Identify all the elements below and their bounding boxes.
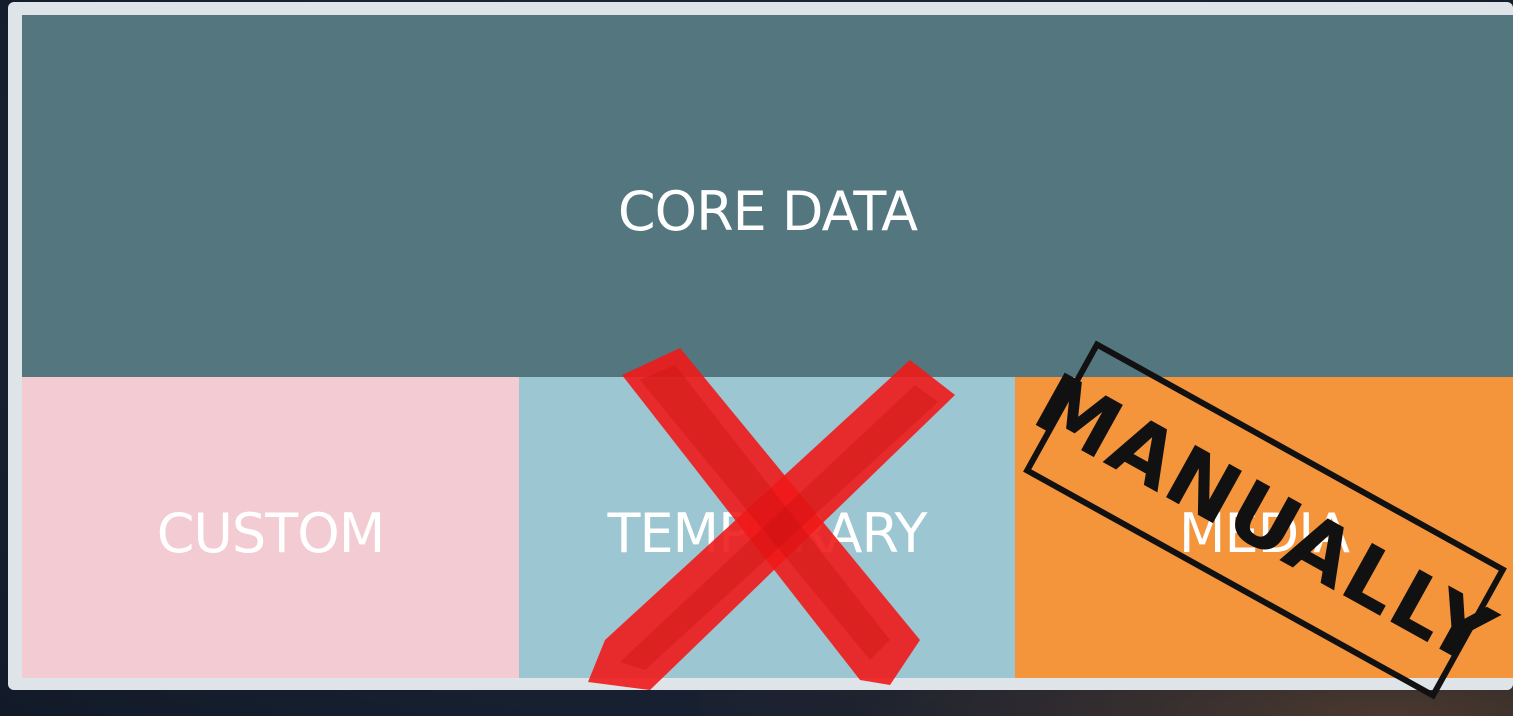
custom-block: CUSTOM xyxy=(22,377,519,678)
core-data-label: CORE DATA xyxy=(617,179,918,243)
core-data-block: CORE DATA xyxy=(22,15,1513,377)
red-x-icon xyxy=(588,348,955,690)
custom-label: CUSTOM xyxy=(156,502,386,565)
